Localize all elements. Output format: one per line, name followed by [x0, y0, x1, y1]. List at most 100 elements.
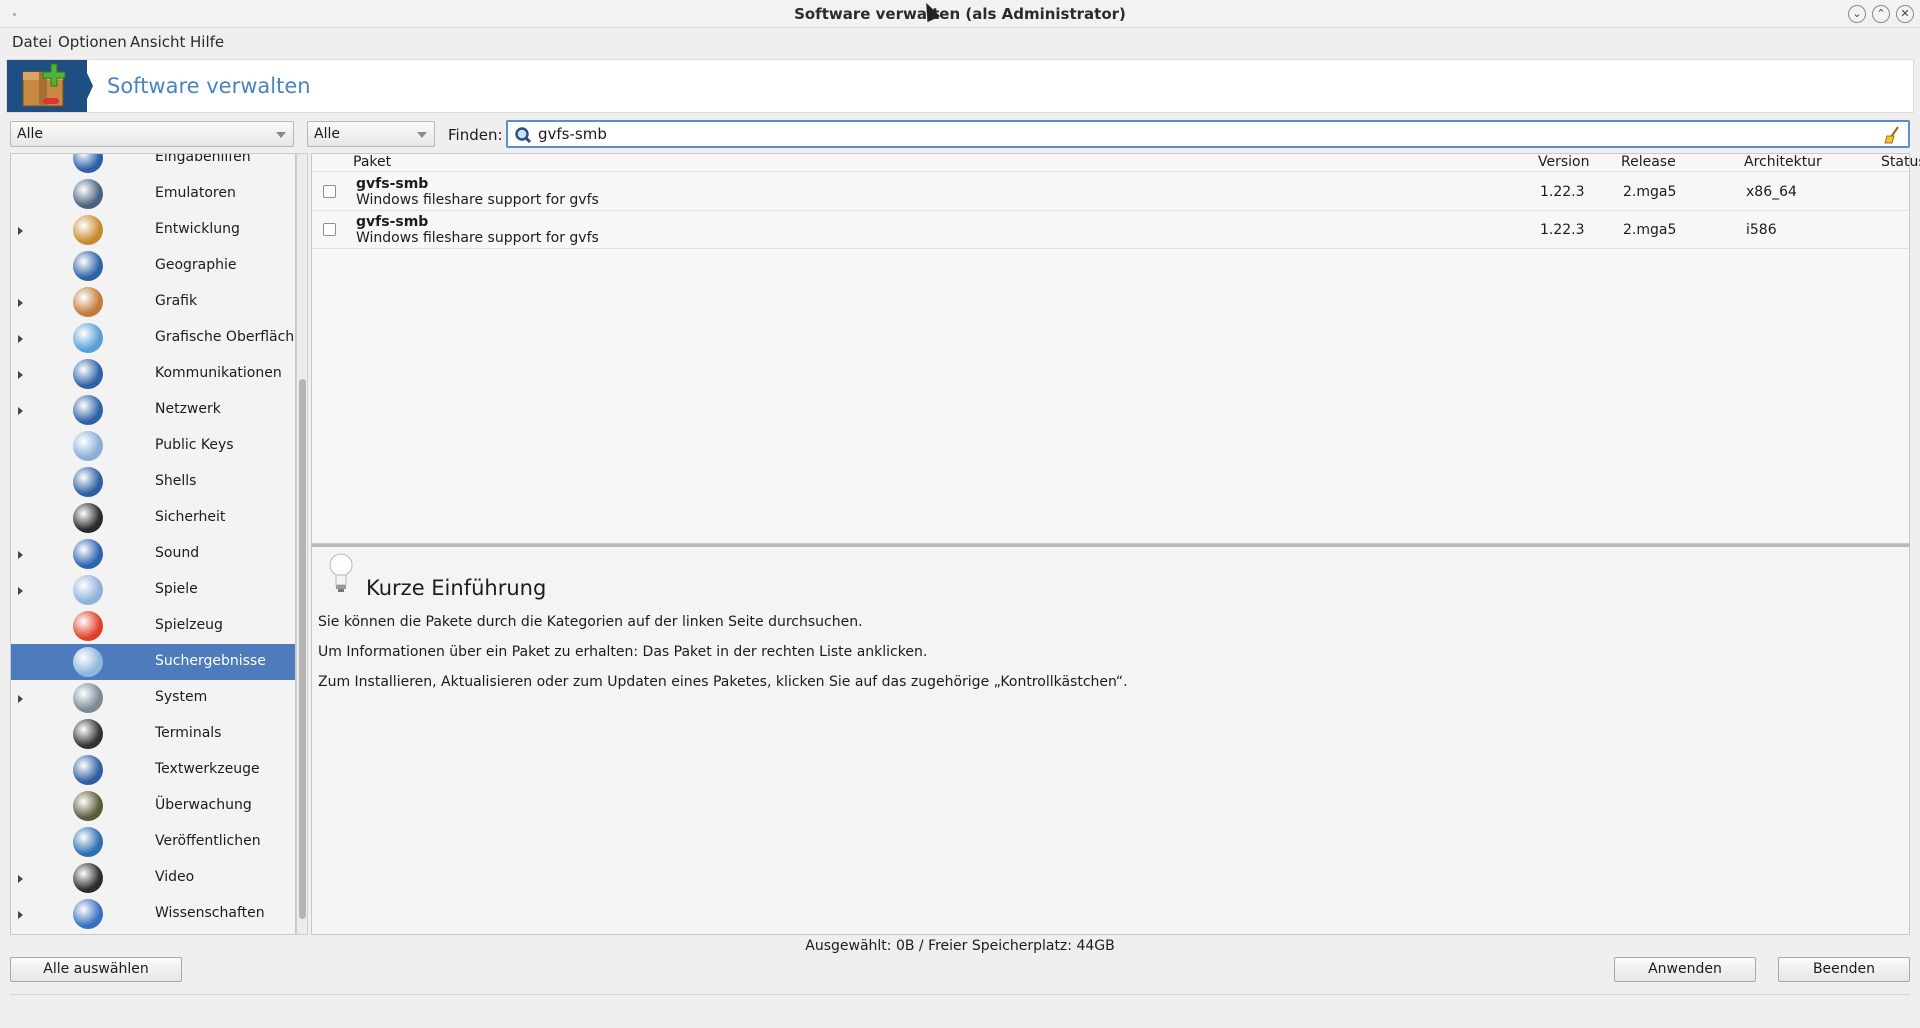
type-filter-value: Alle [314, 126, 340, 142]
sidebar-item[interactable]: Spielzeug [11, 608, 295, 644]
close-icon[interactable]: ✕ [1896, 5, 1914, 23]
column-header-version[interactable]: Version [1538, 154, 1589, 170]
speaker-icon [73, 539, 103, 569]
video-icon [73, 863, 103, 893]
maximize-icon[interactable]: ⌃ [1872, 5, 1890, 23]
window-titlebar: Software verwalten (als Administrator) ⌄… [0, 0, 1920, 28]
sidebar-item[interactable]: Sicherheit [11, 500, 295, 536]
sidebar-item-label: Terminals [155, 725, 222, 741]
sidebar-item-label: Emulatoren [155, 185, 236, 201]
sidebar-item-label: Eingabehilfen [155, 153, 251, 165]
expand-arrow-icon[interactable] [18, 911, 23, 919]
sidebar-item[interactable]: Eingabehilfen [11, 153, 295, 176]
flask-icon [73, 899, 103, 929]
column-header-paket[interactable]: Paket [353, 154, 391, 170]
globe-icon [73, 359, 103, 389]
ball-icon [73, 611, 103, 641]
text-tools-icon [73, 755, 103, 785]
sidebar-item-label: Überwachung [155, 797, 252, 813]
police-icon [73, 503, 103, 533]
expand-arrow-icon[interactable] [18, 335, 23, 343]
expand-arrow-icon[interactable] [18, 371, 23, 379]
category-sidebar[interactable]: Eingabehilfen Emulatoren Entwicklung Geogra… [10, 153, 296, 935]
info-title: Kurze Einführung [366, 576, 547, 600]
table-row[interactable]: gvfs-smb Windows fileshare support for g… [312, 173, 1909, 211]
package-version: 1.22.3 [1540, 222, 1585, 238]
expand-arrow-icon[interactable] [18, 407, 23, 415]
package-list[interactable]: Paket Version Release Architektur Status… [311, 153, 1920, 544]
type-filter-combo[interactable]: Alle [307, 121, 435, 147]
sidebar-item[interactable]: Terminals [11, 716, 295, 752]
menu-hilfe[interactable]: Hilfe [190, 33, 224, 51]
sidebar-item[interactable]: Netzwerk [11, 392, 295, 428]
package-checkbox[interactable] [323, 185, 336, 198]
info-line-2: Um Informationen über ein Paket zu erhal… [318, 644, 928, 660]
chevron-down-icon [417, 132, 427, 138]
sidebar-item[interactable]: Emulatoren [11, 176, 295, 212]
search-input[interactable]: gvfs-smb [506, 120, 1910, 148]
table-row[interactable]: gvfs-smb Windows fileshare support for g… [312, 211, 1909, 249]
expand-arrow-icon[interactable] [18, 551, 23, 559]
search-value: gvfs-smb [538, 125, 607, 143]
quit-button[interactable]: Beenden [1778, 957, 1910, 982]
lightbulb-icon [329, 553, 353, 592]
minimize-icon[interactable]: ⌄ [1848, 5, 1866, 23]
sidebar-item[interactable]: Überwachung [11, 788, 295, 824]
package-version: 1.22.3 [1540, 184, 1585, 200]
apply-button[interactable]: Anwenden [1614, 957, 1756, 982]
sidebar-item[interactable]: Shells [11, 464, 295, 500]
sidebar-item[interactable]: Sound [11, 536, 295, 572]
sidebar-item[interactable]: Grafik [11, 284, 295, 320]
banner-title: Software verwalten [107, 74, 311, 98]
expand-arrow-icon[interactable] [18, 227, 23, 235]
globe-icon [73, 251, 103, 281]
emulator-icon [73, 179, 103, 209]
package-release: 2.mga5 [1623, 222, 1677, 238]
column-header-architektur[interactable]: Architektur [1744, 154, 1822, 170]
menu-optionen[interactable]: Optionen [58, 33, 127, 51]
sidebar-item-label: Suchergebnisse [155, 653, 266, 669]
package-arch: i586 [1746, 222, 1777, 238]
sidebar-item[interactable]: Spiele [11, 572, 295, 608]
sidebar-item[interactable]: Textwerkzeuge [11, 752, 295, 788]
package-name: gvfs-smb [356, 176, 429, 192]
sidebar-scrollbar-thumb[interactable] [299, 379, 306, 919]
palette-icon [73, 287, 103, 317]
sidebar-item-label: Textwerkzeuge [155, 761, 260, 777]
column-header-release[interactable]: Release [1621, 154, 1676, 170]
package-arch: x86_64 [1746, 184, 1797, 200]
select-all-button[interactable]: Alle auswählen [10, 957, 182, 982]
banner-logo [7, 60, 87, 112]
package-description: Windows fileshare support for gvfs [356, 230, 599, 246]
expand-arrow-icon[interactable] [18, 587, 23, 595]
sidebar-item[interactable]: Grafische Oberfläche [11, 320, 295, 356]
sidebar-item[interactable]: Veröffentlichen [11, 824, 295, 860]
expand-arrow-icon[interactable] [18, 299, 23, 307]
expand-arrow-icon[interactable] [18, 695, 23, 703]
clear-search-icon[interactable] [1884, 125, 1902, 145]
sidebar-item[interactable]: Entwicklung [11, 212, 295, 248]
package-description: Windows fileshare support for gvfs [356, 192, 599, 208]
sidebar-item-label: Spielzeug [155, 617, 223, 633]
menu-datei[interactable]: Datei [12, 33, 52, 51]
menu-ansicht[interactable]: Ansicht [130, 33, 185, 51]
sidebar-item-label: System [155, 689, 208, 705]
sidebar-item[interactable]: Suchergebnisse [11, 644, 295, 680]
info-line-3: Zum Installieren, Aktualisieren oder zum… [318, 674, 1128, 690]
sidebar-item[interactable]: Public Keys [11, 428, 295, 464]
info-line-1: Sie können die Pakete durch die Kategori… [318, 614, 863, 630]
package-release: 2.mga5 [1623, 184, 1677, 200]
sidebar-item[interactable]: System [11, 680, 295, 716]
group-filter-combo[interactable]: Alle [10, 121, 294, 147]
sidebar-item[interactable]: Kommunikationen [11, 356, 295, 392]
expand-arrow-icon[interactable] [18, 875, 23, 883]
sidebar-item[interactable]: Video [11, 860, 295, 896]
sidebar-scrollbar[interactable] [296, 153, 308, 935]
header-banner: Software verwalten [6, 59, 1914, 113]
column-header-status[interactable]: Status [1881, 154, 1920, 170]
info-panel: Kurze Einführung Sie können die Pakete d… [311, 544, 1910, 935]
package-checkbox[interactable] [323, 223, 336, 236]
sidebar-item[interactable]: Geographie [11, 248, 295, 284]
sidebar-item[interactable]: Wissenschaften [11, 896, 295, 932]
sidebar-item-label: Netzwerk [155, 401, 221, 417]
